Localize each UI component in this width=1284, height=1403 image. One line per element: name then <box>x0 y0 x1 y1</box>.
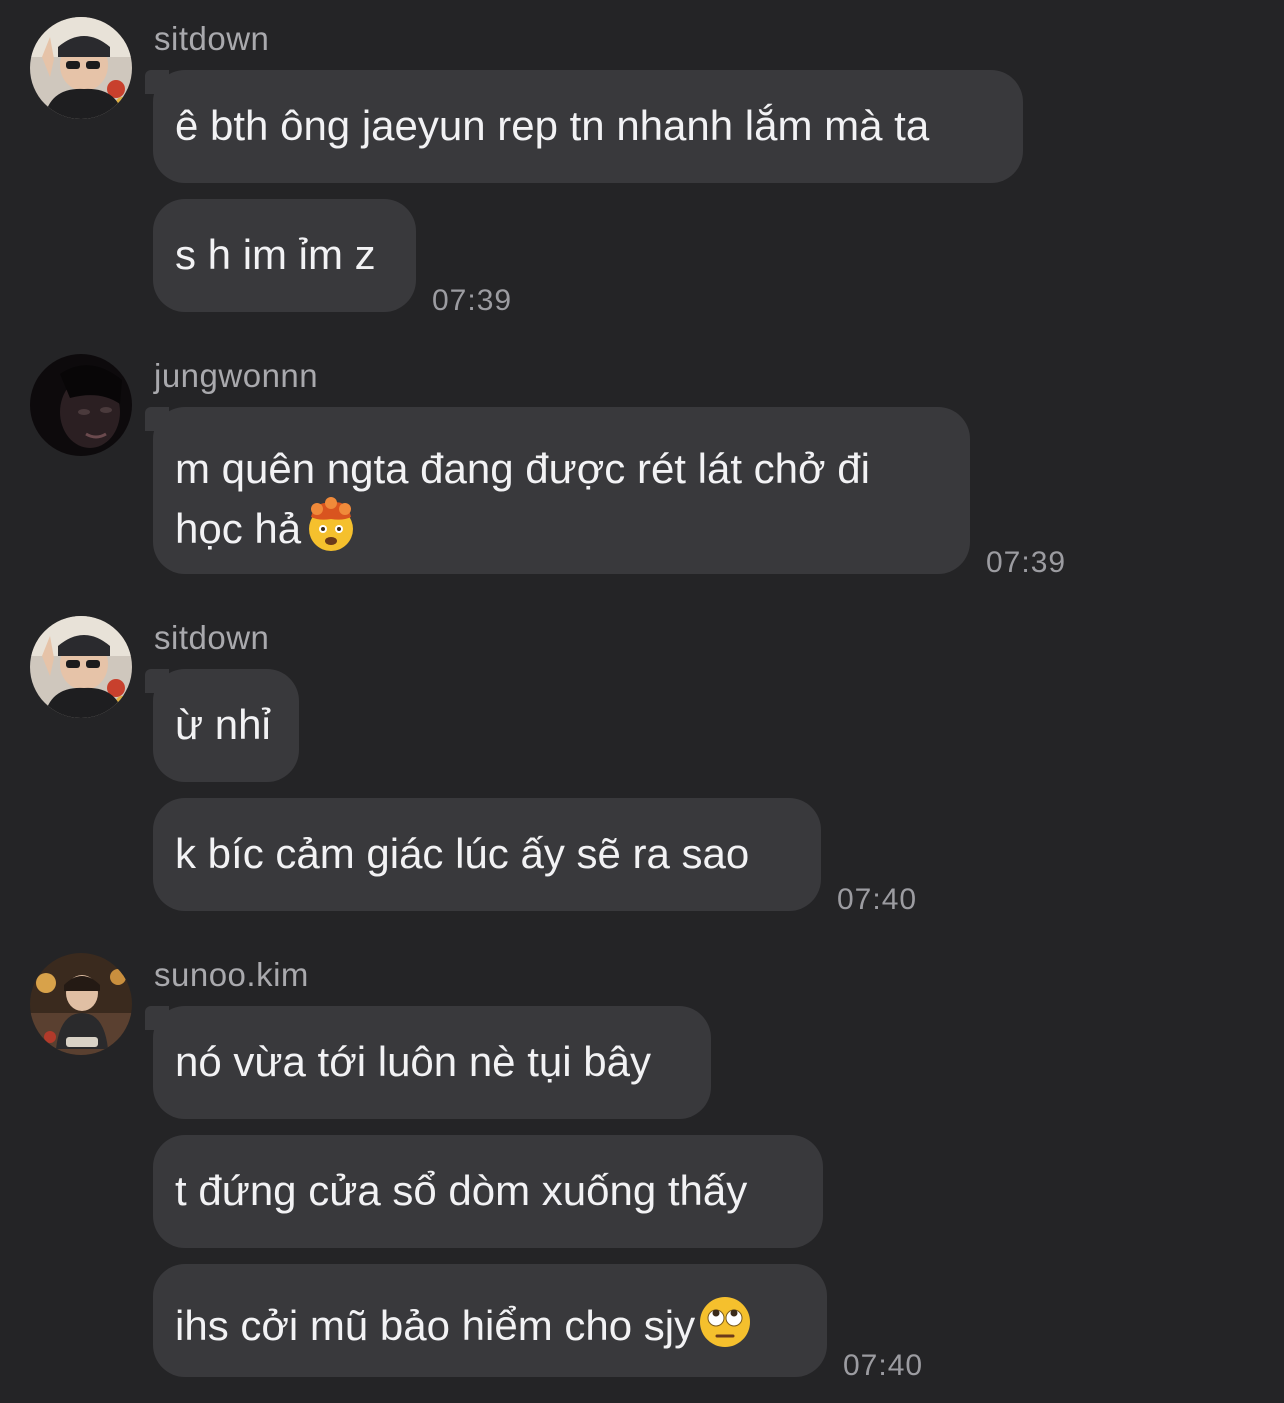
message-timestamp: 07:40 <box>837 883 918 916</box>
avatar-sitdown[interactable] <box>30 17 132 119</box>
avatar-sunoo-kim[interactable] <box>30 953 132 1055</box>
message-bubble[interactable]: t đứng cửa sổ dòm xuống thấy <box>153 1135 823 1248</box>
face-with-rolling-eyes-emoji-icon <box>697 1294 753 1362</box>
sender-name: jungwonnn <box>154 357 319 394</box>
avatar-sitdown[interactable] <box>30 616 132 718</box>
message-text-line: m quên ngta đang được rét lát chở đi <box>175 445 870 492</box>
message-timestamp: 07:39 <box>432 284 513 317</box>
message-bubble[interactable]: m quên ngta đang được rét lát chở đi học… <box>145 407 970 574</box>
message-bubble[interactable]: nó vừa tới luôn nè tụi bây <box>145 1006 711 1119</box>
message-text: t đứng cửa sổ dòm xuống thấy <box>175 1167 748 1214</box>
message-text: ihs cởi mũ bảo hiểm cho sjy <box>175 1302 696 1349</box>
avatar-photo-sitdown <box>30 616 132 718</box>
message-text: s h im ỉm z <box>175 231 376 278</box>
message-text: ừ nhỉ <box>175 701 271 748</box>
message-bubble[interactable]: k bíc cảm giác lúc ấy sẽ ra sao <box>153 798 821 911</box>
exploding-head-emoji-icon <box>303 497 359 565</box>
message-timestamp: 07:40 <box>843 1349 924 1382</box>
message-text: k bíc cảm giác lúc ấy sẽ ra sao <box>175 830 750 877</box>
message-timestamp: 07:39 <box>986 546 1067 579</box>
message-bubble[interactable]: s h im ỉm z <box>153 199 416 312</box>
message-bubble[interactable]: ihs cởi mũ bảo hiểm cho sjy <box>153 1264 827 1377</box>
chat-thread: sitdown ê bth ông jaeyun rep tn nhanh lắ… <box>0 0 1284 1403</box>
sender-name: sitdown <box>154 20 270 57</box>
sender-name: sitdown <box>154 619 270 656</box>
message-text-line: học hả <box>175 505 302 552</box>
avatar-photo-sunoo-kim <box>30 953 132 1055</box>
sender-name: sunoo.kim <box>154 956 309 993</box>
avatar-jungwonnn[interactable] <box>30 354 132 456</box>
message-bubble[interactable]: ê bth ông jaeyun rep tn nhanh lắm mà ta <box>145 70 1023 183</box>
message-bubble[interactable]: ừ nhỉ <box>145 669 299 782</box>
message-text: nó vừa tới luôn nè tụi bây <box>175 1038 651 1085</box>
avatar-photo-jungwonnn <box>30 354 132 456</box>
message-text: ê bth ông jaeyun rep tn nhanh lắm mà ta <box>175 102 930 149</box>
avatar-photo-sitdown <box>30 17 132 119</box>
